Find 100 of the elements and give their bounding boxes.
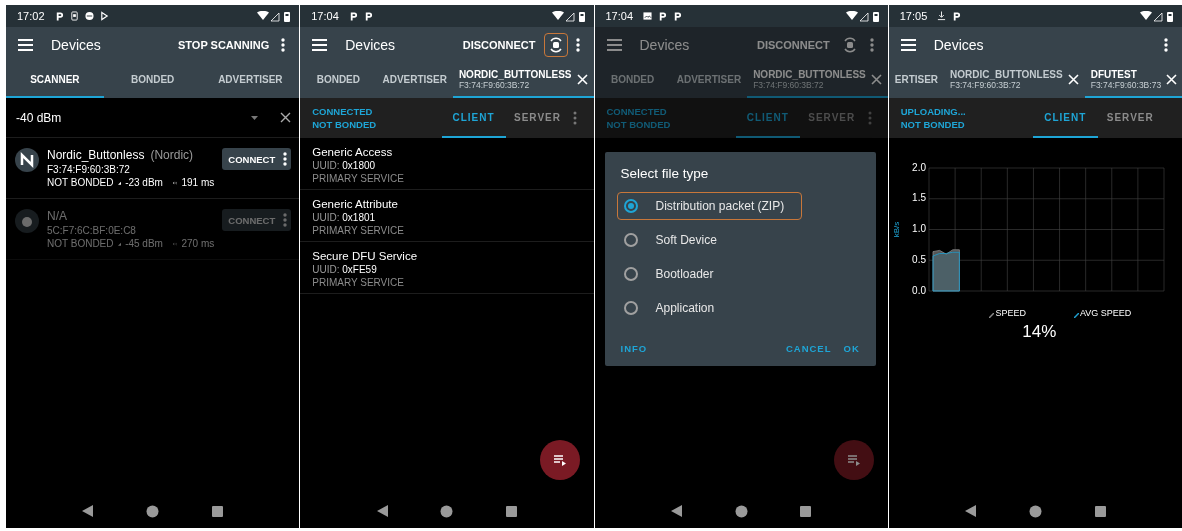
notification-icon <box>952 11 962 21</box>
rssi-filter-field[interactable]: -40 dBm <box>14 109 252 126</box>
file-type-option[interactable]: Application <box>616 294 864 322</box>
clear-icon[interactable] <box>280 112 292 123</box>
tab[interactable]: BONDED <box>300 63 377 98</box>
service-row[interactable]: Secure DFU Service UUID: 0xFE59 PRIMARY SERVICE <box>300 242 594 294</box>
notification-icon <box>363 11 373 21</box>
clock-time: 17:04 <box>311 10 339 22</box>
notification-icon <box>673 11 683 21</box>
fab-button[interactable] <box>539 440 580 480</box>
list-play-icon <box>847 454 860 466</box>
sub-tab[interactable]: CLIENT <box>441 98 506 138</box>
menu-icon[interactable] <box>312 39 328 51</box>
recents-icon[interactable] <box>800 505 812 517</box>
close-icon[interactable] <box>1067 74 1079 85</box>
connection-status: CONNECTED <box>312 106 374 117</box>
recents-icon[interactable] <box>506 505 518 517</box>
service-name: Generic Attribute <box>312 198 399 210</box>
refresh-chip-icon <box>841 37 858 53</box>
legend-label: SPEED <box>995 308 1026 318</box>
service-uuid: UUID: 0x1800 <box>312 160 377 171</box>
tab[interactable]: ERTISER <box>888 63 945 98</box>
dialog-button[interactable]: CANCEL <box>781 339 836 358</box>
bond-status: NOT BONDED <box>47 238 114 249</box>
recents-icon[interactable] <box>1094 505 1106 517</box>
back-icon[interactable] <box>965 505 977 517</box>
tab[interactable]: ADVERTISER <box>376 63 453 98</box>
more-menu-icon <box>869 38 874 52</box>
notification-icon <box>54 11 64 21</box>
legend-swatch-icon <box>989 313 995 318</box>
sub-tab[interactable]: CLIENT <box>1032 98 1098 138</box>
close-icon[interactable] <box>1166 74 1178 85</box>
legend-label: AVG SPEED <box>1079 308 1132 318</box>
tab-address: F3:74:F9:60:3B:72 <box>950 80 1021 90</box>
app-title: Devices <box>345 37 397 53</box>
tab-label: NORDIC_BUTTONLESS <box>950 69 1063 80</box>
file-type-option[interactable]: Soft Device <box>616 226 864 254</box>
radio-button[interactable] <box>623 301 638 315</box>
axis-tick: 0.5 <box>911 253 926 265</box>
tab[interactable]: NORDIC_BUTTONLESS F3:74:F9:60:3B:72 <box>944 63 1085 98</box>
close-icon[interactable] <box>870 74 882 85</box>
home-icon[interactable] <box>734 504 748 518</box>
home-icon[interactable] <box>146 504 160 518</box>
connection-status: UPLOADING... <box>900 106 967 117</box>
app-title: Devices <box>639 37 691 53</box>
list-play-icon <box>553 454 566 466</box>
service-type: PRIMARY SERVICE <box>312 173 405 184</box>
sub-tab[interactable]: SERVER <box>505 98 570 138</box>
file-type-option[interactable]: Distribution packet (ZIP) <box>616 192 802 220</box>
radio-button[interactable] <box>623 233 638 247</box>
device-name: Nordic_Buttonless <box>47 148 145 162</box>
image-icon <box>643 11 653 21</box>
phone-icon <box>69 11 79 21</box>
back-icon[interactable] <box>670 505 682 517</box>
sub-tab[interactable]: SERVER <box>1097 98 1163 138</box>
tab-label: NORDIC_BUTTONLESS <box>753 69 866 80</box>
radio-button[interactable] <box>623 199 638 213</box>
refresh-chip-icon <box>547 37 564 53</box>
device-address: F3:74:F9:60:3B:72 <box>47 164 131 175</box>
dialog-button[interactable]: INFO <box>616 339 652 358</box>
progress-percent: 14% <box>1021 322 1058 342</box>
download-icon <box>937 11 947 21</box>
home-icon[interactable] <box>440 504 454 518</box>
radio-button[interactable] <box>623 267 638 281</box>
service-uuid: UUID: 0xFE59 <box>312 264 378 275</box>
axis-tick: 2.0 <box>911 161 926 173</box>
service-row[interactable]: Generic Access UUID: 0x1800 PRIMARY SERVICE <box>300 138 594 190</box>
tab-address: F3:74:F9:60:3B:72 <box>458 80 530 90</box>
recents-icon[interactable] <box>211 505 223 517</box>
menu-icon[interactable] <box>900 39 916 51</box>
menu-icon[interactable] <box>18 39 33 51</box>
status-icons-drawing <box>1140 10 1174 22</box>
dfu-button[interactable] <box>543 33 568 57</box>
clock-time: 17:02 <box>17 10 45 22</box>
toolbar-action[interactable]: DISCONNECT <box>458 35 540 55</box>
dialog-button[interactable]: OK <box>839 339 864 358</box>
menu-icon[interactable] <box>606 39 622 51</box>
connect-button[interactable]: CONNECT <box>222 214 280 226</box>
service-name: Generic Access <box>312 146 394 158</box>
tab[interactable]: BONDED <box>103 63 202 98</box>
toolbar-action[interactable]: DISCONNECT <box>753 35 834 55</box>
dialog-title: Select file type <box>620 166 710 181</box>
service-row[interactable]: Generic Attribute UUID: 0x1801 PRIMARY SERVICE <box>300 190 594 242</box>
axis-label: kB/s <box>891 221 901 238</box>
notification-icon <box>658 11 668 21</box>
dropdown-caret-icon[interactable] <box>251 115 259 120</box>
service-uuid: UUID: 0x1801 <box>312 212 377 223</box>
toolbar-action[interactable]: STOP SCANNING <box>173 35 274 55</box>
connection-status: NOT BONDED <box>606 119 672 130</box>
close-icon[interactable] <box>576 74 588 85</box>
home-icon[interactable] <box>1028 504 1042 518</box>
connect-button[interactable]: CONNECT <box>222 153 280 165</box>
app-title: Devices <box>933 37 985 53</box>
file-type-option[interactable]: Bootloader <box>616 260 864 288</box>
connection-status: NOT BONDED <box>312 119 378 130</box>
status-icons-drawing <box>551 10 586 22</box>
tab[interactable]: ADVERTISER <box>201 63 300 98</box>
back-icon[interactable] <box>376 505 388 517</box>
connection-status: NOT BONDED <box>900 119 966 130</box>
back-icon[interactable] <box>82 505 94 517</box>
